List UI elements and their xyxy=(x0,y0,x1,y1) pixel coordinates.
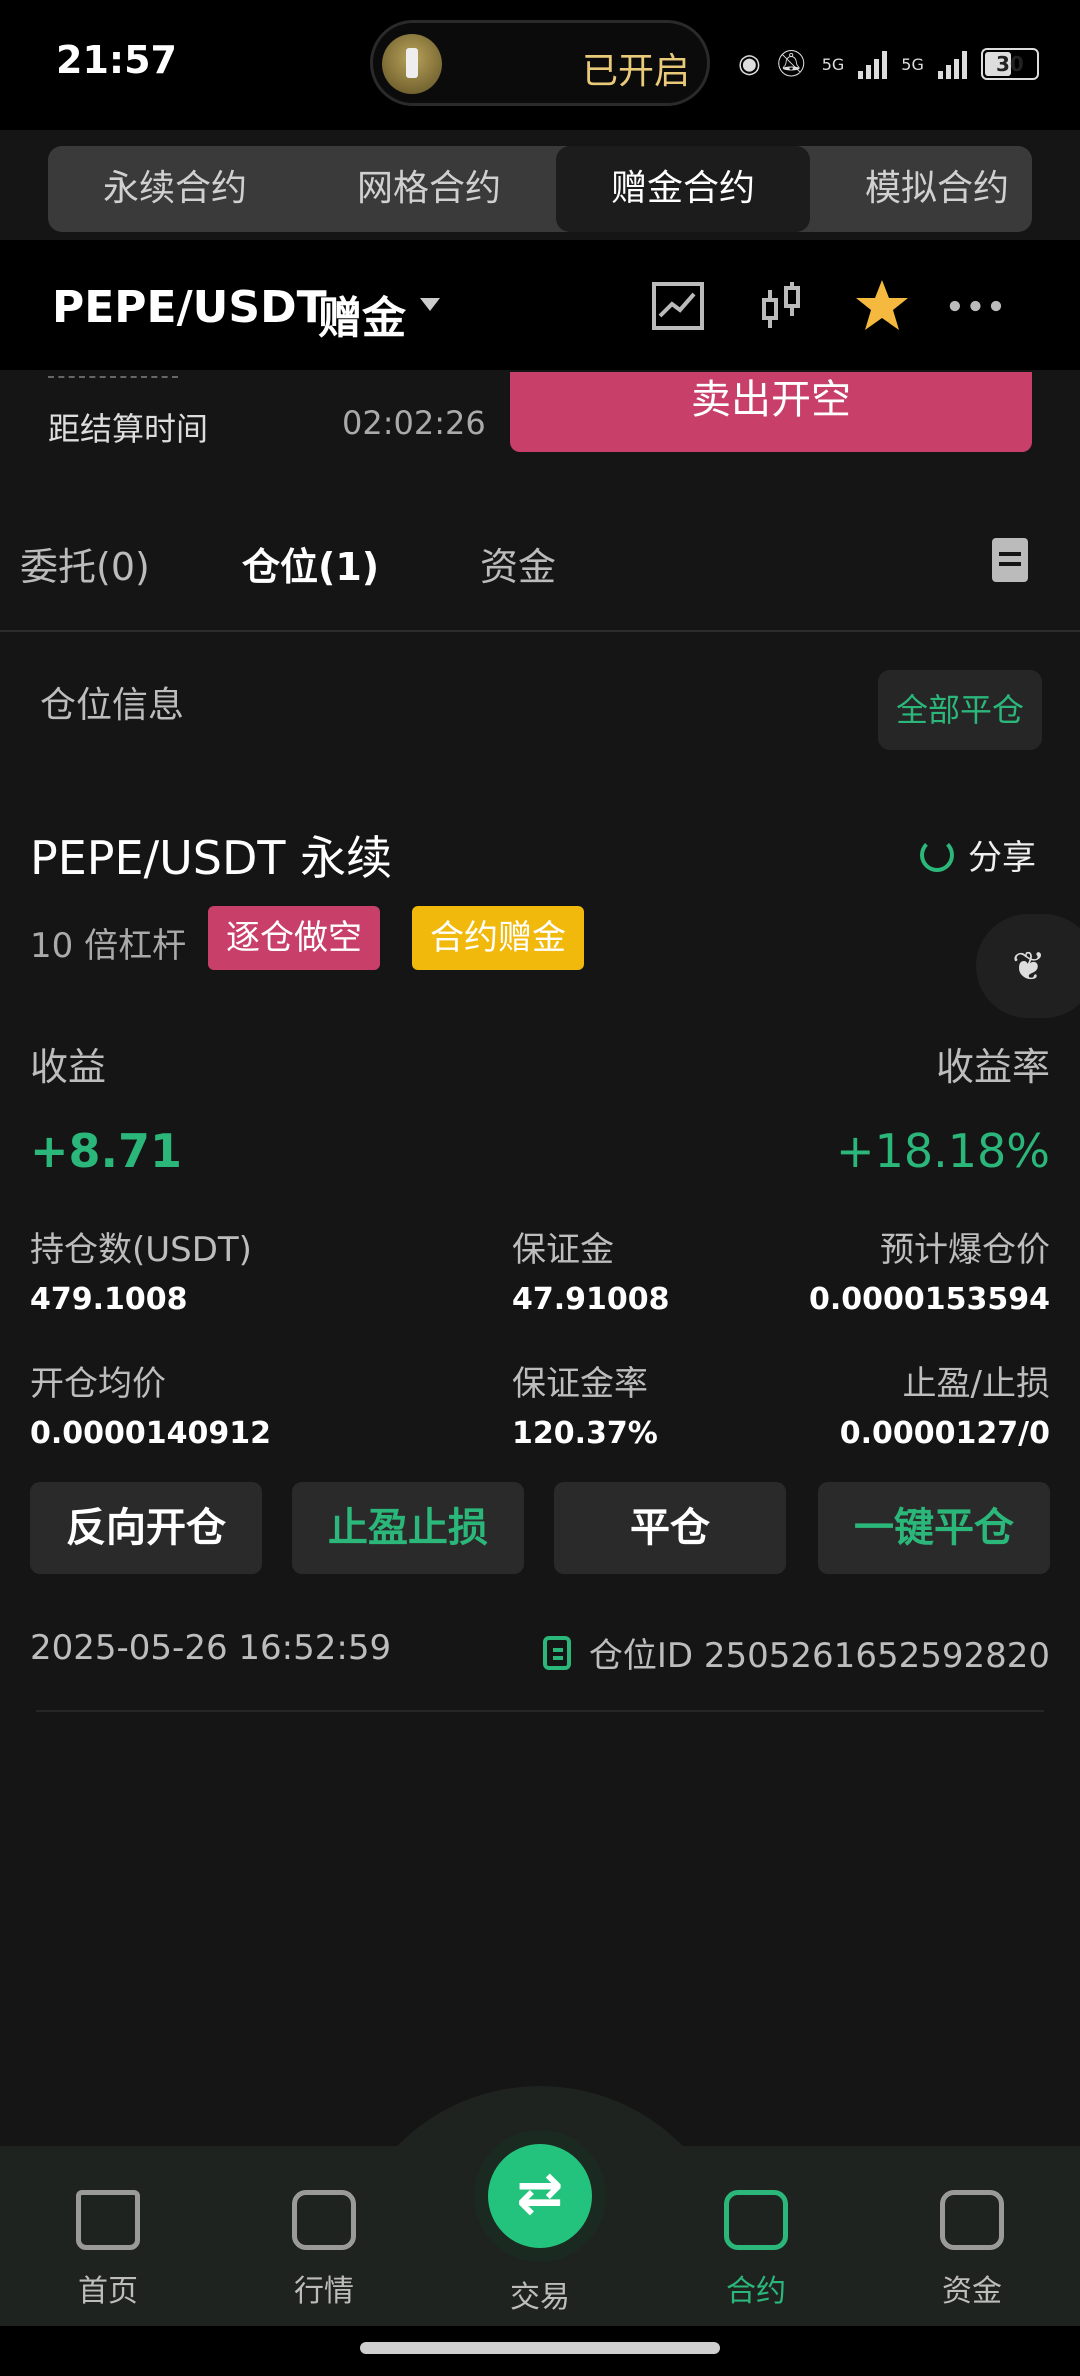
nav-home[interactable]: 首页 xyxy=(28,2184,188,2310)
liq-price-value: 0.0000153594 xyxy=(808,1282,1050,1317)
settlement-label: 距结算时间 xyxy=(48,410,209,448)
leverage-label: 10 倍杠杆 xyxy=(30,926,187,966)
entry-price-value: 0.0000140912 xyxy=(30,1416,272,1451)
clock: 21:57 xyxy=(56,38,177,82)
battery-icon: 30 xyxy=(980,48,1039,80)
chart-icon[interactable] xyxy=(648,276,708,336)
contract-icon xyxy=(724,2190,788,2250)
more-icon[interactable] xyxy=(948,276,1008,336)
mascot-icon: ❦ xyxy=(1012,944,1046,990)
list-menu-icon[interactable] xyxy=(992,538,1028,582)
tab-perpetual[interactable]: 永续合约 xyxy=(48,146,302,232)
nav-home-label: 首页 xyxy=(78,2274,138,2309)
reverse-open-button[interactable]: 反向开仓 xyxy=(30,1482,262,1574)
divider xyxy=(0,630,1080,632)
contract-type-tabs: 永续合约 网格合约 赠金合约 模拟合约 xyxy=(48,146,1032,232)
nav-contract[interactable]: 合约 xyxy=(676,2184,836,2310)
share-label: 分享 xyxy=(968,838,1036,878)
chevron-down-icon[interactable] xyxy=(420,298,440,311)
position-id-text: 仓位ID 2505261652592820 xyxy=(588,1636,1050,1676)
divider xyxy=(48,376,178,378)
entry-price-label: 开仓均价 xyxy=(30,1364,166,1404)
signal-5g-label-1: 5G xyxy=(821,54,845,74)
pair-mode-label[interactable]: 赠金 xyxy=(318,282,406,346)
size-label: 持仓数(USDT) xyxy=(30,1230,252,1270)
nav-trade-label[interactable]: 交易 xyxy=(480,2272,600,2316)
divider xyxy=(36,1710,1044,1712)
home-icon xyxy=(76,2190,140,2250)
close-position-button[interactable]: 平仓 xyxy=(554,1482,786,1574)
home-indicator[interactable] xyxy=(360,2342,720,2354)
market-icon xyxy=(292,2190,356,2250)
share-icon xyxy=(920,837,954,872)
tab-funds[interactable]: 资金 xyxy=(480,536,556,591)
tab-orders[interactable]: 委托(0) xyxy=(20,536,150,591)
flashlight-icon xyxy=(382,34,442,94)
margin-value: 47.91008 xyxy=(512,1282,670,1317)
tpsl-button[interactable]: 止盈止损 xyxy=(292,1482,524,1574)
swap-icon[interactable]: ⇄ xyxy=(488,2144,592,2248)
close-all-button[interactable]: 全部平仓 xyxy=(878,670,1042,750)
nav-wallet[interactable]: 资金 xyxy=(892,2184,1052,2310)
margin-label: 保证金 xyxy=(512,1230,614,1270)
tpsl-label: 止盈/止损 xyxy=(902,1364,1050,1404)
wallet-icon xyxy=(940,2190,1004,2250)
tab-positions[interactable]: 仓位(1) xyxy=(242,536,379,591)
nav-contract-label: 合约 xyxy=(726,2274,786,2309)
pnl-label: 收益 xyxy=(30,1045,107,1089)
margin-ratio-value: 120.37% xyxy=(512,1416,658,1451)
position-mode-badge: 逐仓做空 xyxy=(208,906,380,970)
status-icons: ◉ 🔕︎ 5G 5G 30 xyxy=(738,42,1039,86)
size-value: 479.1008 xyxy=(30,1282,188,1317)
bonus-badge: 合约赠金 xyxy=(412,906,584,970)
copy-icon[interactable] xyxy=(542,1635,571,1670)
tpsl-value: 0.0000127/0 xyxy=(839,1416,1050,1451)
signal-icon xyxy=(937,49,967,79)
nav-market[interactable]: 行情 xyxy=(244,2184,404,2310)
nav-wallet-label: 资金 xyxy=(942,2274,1002,2309)
tab-bonus[interactable]: 赠金合约 xyxy=(556,146,810,232)
liq-price-label: 预计爆仓价 xyxy=(880,1230,1050,1270)
mute-bell-icon: 🔕︎ xyxy=(774,49,808,79)
position-title: PEPE/USDT 永续 xyxy=(30,831,393,885)
pnl-rate-value: +18.18% xyxy=(836,1124,1050,1178)
share-button[interactable]: 分享 xyxy=(920,830,1036,879)
one-click-close-button[interactable]: 一键平仓 xyxy=(818,1482,1050,1574)
margin-ratio-label: 保证金率 xyxy=(512,1364,648,1404)
island-status-text: 已开启 xyxy=(582,51,691,92)
star-icon[interactable] xyxy=(852,276,912,336)
candlestick-icon[interactable] xyxy=(752,276,812,336)
speedometer-icon: ◉ xyxy=(738,49,761,79)
sell-open-short-button[interactable]: 卖出开空 xyxy=(510,372,1032,452)
nav-market-label: 行情 xyxy=(294,2274,354,2309)
settlement-countdown: 02:02:26 xyxy=(342,404,486,442)
pnl-value: +8.71 xyxy=(30,1124,183,1178)
tab-grid[interactable]: 网格合约 xyxy=(302,146,556,232)
position-timestamp: 2025-05-26 16:52:59 xyxy=(30,1628,392,1668)
tab-demo[interactable]: 模拟合约 xyxy=(810,146,1032,232)
floating-assistant-button[interactable]: ❦ xyxy=(976,914,1080,1018)
pnl-rate-label: 收益率 xyxy=(935,1045,1050,1089)
position-section-title: 仓位信息 xyxy=(40,685,185,726)
position-id[interactable]: 仓位ID 2505261652592820 xyxy=(542,1628,1050,1677)
signal-5g-label-2: 5G xyxy=(901,54,924,74)
pair-selector[interactable]: PEPE/USDT xyxy=(52,282,327,333)
signal-icon xyxy=(858,49,888,79)
